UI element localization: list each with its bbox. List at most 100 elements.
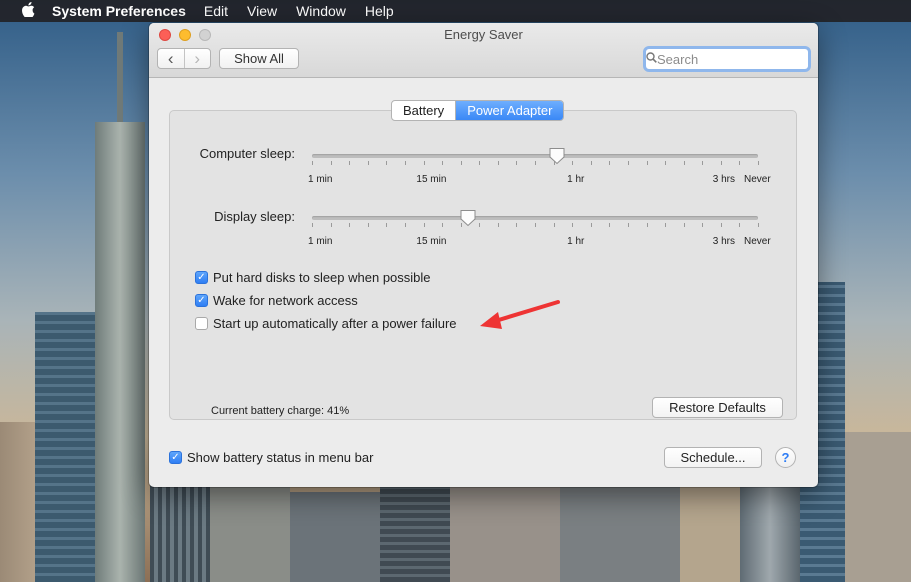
magnifier-icon bbox=[646, 52, 657, 66]
slider-tick bbox=[386, 161, 387, 165]
slider-tick bbox=[739, 223, 740, 227]
slider-tick bbox=[702, 223, 703, 227]
slider-tick bbox=[312, 161, 313, 165]
building bbox=[845, 432, 911, 582]
slider-tick-label: 3 hrs bbox=[712, 174, 735, 185]
building bbox=[450, 487, 560, 582]
slider-tick bbox=[331, 161, 332, 165]
slider-tick bbox=[479, 223, 480, 227]
apple-logo-icon[interactable] bbox=[18, 2, 38, 20]
menu-bar: System Preferences Edit View Window Help bbox=[0, 0, 911, 22]
slider-tick bbox=[516, 161, 517, 165]
building bbox=[290, 492, 380, 582]
slider-tick bbox=[721, 161, 722, 165]
slider-tick-label: 1 min bbox=[308, 236, 333, 247]
menu-help[interactable]: Help bbox=[365, 3, 394, 19]
show-battery-status-option[interactable]: ✓ Show battery status in menu bar bbox=[169, 449, 373, 465]
schedule-button[interactable]: Schedule... bbox=[664, 447, 762, 468]
wake-network-checkbox[interactable]: ✓ bbox=[195, 293, 208, 307]
slider-thumb[interactable] bbox=[548, 147, 566, 165]
slider-tick bbox=[647, 223, 648, 227]
slider-tick bbox=[665, 161, 666, 165]
slider-tick-label: 15 min bbox=[416, 236, 447, 247]
back-button[interactable]: ‹ bbox=[158, 49, 185, 68]
display-sleep-label: Display sleep: bbox=[214, 209, 295, 224]
slider-tick bbox=[684, 223, 685, 227]
building bbox=[35, 312, 97, 582]
slider-tick-label: Never bbox=[744, 236, 771, 247]
hard-disk-sleep-label: Put hard disks to sleep when possible bbox=[213, 269, 431, 285]
slider-tick bbox=[572, 223, 573, 227]
slider-tick bbox=[591, 161, 592, 165]
slider-tick bbox=[554, 223, 555, 227]
hard-disk-sleep-option[interactable]: ✓ Put hard disks to sleep when possible bbox=[195, 269, 431, 285]
slider-tick bbox=[331, 223, 332, 227]
slider-tick bbox=[591, 223, 592, 227]
slider-tick bbox=[349, 161, 350, 165]
slider-tick bbox=[461, 161, 462, 165]
slider-tick bbox=[628, 161, 629, 165]
slider-tick bbox=[424, 223, 425, 227]
slider-tick bbox=[349, 223, 350, 227]
slider-tick bbox=[535, 223, 536, 227]
source-tab-control: Battery Power Adapter bbox=[391, 100, 565, 121]
wake-network-option[interactable]: ✓ Wake for network access bbox=[195, 292, 358, 308]
slider-tick bbox=[312, 223, 313, 227]
search-input[interactable] bbox=[657, 50, 818, 68]
window-title: Energy Saver bbox=[444, 27, 523, 42]
restore-defaults-button[interactable]: Restore Defaults bbox=[652, 397, 783, 418]
slider-tick bbox=[442, 223, 443, 227]
show-battery-status-checkbox[interactable]: ✓ bbox=[169, 450, 182, 464]
slider-tick bbox=[442, 161, 443, 165]
slider-tick bbox=[628, 223, 629, 227]
slider-tick bbox=[609, 161, 610, 165]
chevron-left-icon: ‹ bbox=[167, 49, 174, 68]
slider-tick-label: Never bbox=[744, 174, 771, 185]
slider-tick bbox=[535, 161, 536, 165]
slider-tick bbox=[498, 161, 499, 165]
slider-tick bbox=[479, 161, 480, 165]
tab-battery[interactable]: Battery bbox=[392, 101, 455, 120]
slider-tick-label: 1 hr bbox=[567, 174, 585, 185]
computer-sleep-label: Computer sleep: bbox=[199, 146, 295, 161]
slider-tick bbox=[758, 161, 759, 165]
slider-tick bbox=[647, 161, 648, 165]
help-button[interactable]: ? bbox=[775, 447, 796, 468]
show-battery-status-label: Show battery status in menu bar bbox=[187, 449, 374, 465]
search-field[interactable]: ✕ bbox=[643, 46, 818, 72]
wake-network-label: Wake for network access bbox=[213, 292, 358, 308]
slider-tick bbox=[516, 223, 517, 227]
slider-track[interactable] bbox=[312, 216, 758, 220]
slider-thumb[interactable] bbox=[459, 209, 477, 227]
building bbox=[95, 122, 145, 582]
chevron-right-icon: › bbox=[194, 49, 201, 68]
auto-startup-checkbox[interactable] bbox=[195, 316, 208, 330]
menu-window[interactable]: Window bbox=[296, 3, 346, 19]
building bbox=[680, 472, 740, 582]
slider-tick bbox=[572, 161, 573, 165]
show-all-button[interactable]: Show All bbox=[219, 48, 299, 69]
slider-tick bbox=[424, 161, 425, 165]
auto-startup-label: Start up automatically after a power fai… bbox=[213, 315, 457, 331]
energy-saver-window: Energy Saver ‹ › Show All ✕ Battery Powe… bbox=[149, 23, 818, 487]
menu-edit[interactable]: Edit bbox=[204, 3, 228, 19]
slider-tick-label: 3 hrs bbox=[712, 236, 735, 247]
slider-tick bbox=[498, 223, 499, 227]
forward-button[interactable]: › bbox=[185, 49, 211, 68]
battery-charge-status: Current battery charge: 41% bbox=[211, 405, 350, 417]
slider-tick-label: 1 hr bbox=[567, 236, 585, 247]
building bbox=[210, 482, 290, 582]
slider-tick bbox=[405, 223, 406, 227]
hard-disk-sleep-checkbox[interactable]: ✓ bbox=[195, 270, 208, 284]
title-bar: Energy Saver ‹ › Show All ✕ bbox=[149, 23, 818, 78]
slider-tick bbox=[368, 161, 369, 165]
slider-tick bbox=[721, 223, 722, 227]
menu-app-name[interactable]: System Preferences bbox=[52, 3, 186, 19]
slider-track[interactable] bbox=[312, 154, 758, 158]
menu-view[interactable]: View bbox=[247, 3, 277, 19]
slider-tick bbox=[758, 223, 759, 227]
slider-tick bbox=[368, 223, 369, 227]
tab-power-adapter[interactable]: Power Adapter bbox=[455, 101, 564, 120]
slider-tick-label: 1 min bbox=[308, 174, 333, 185]
auto-startup-option[interactable]: Start up automatically after a power fai… bbox=[195, 315, 457, 331]
